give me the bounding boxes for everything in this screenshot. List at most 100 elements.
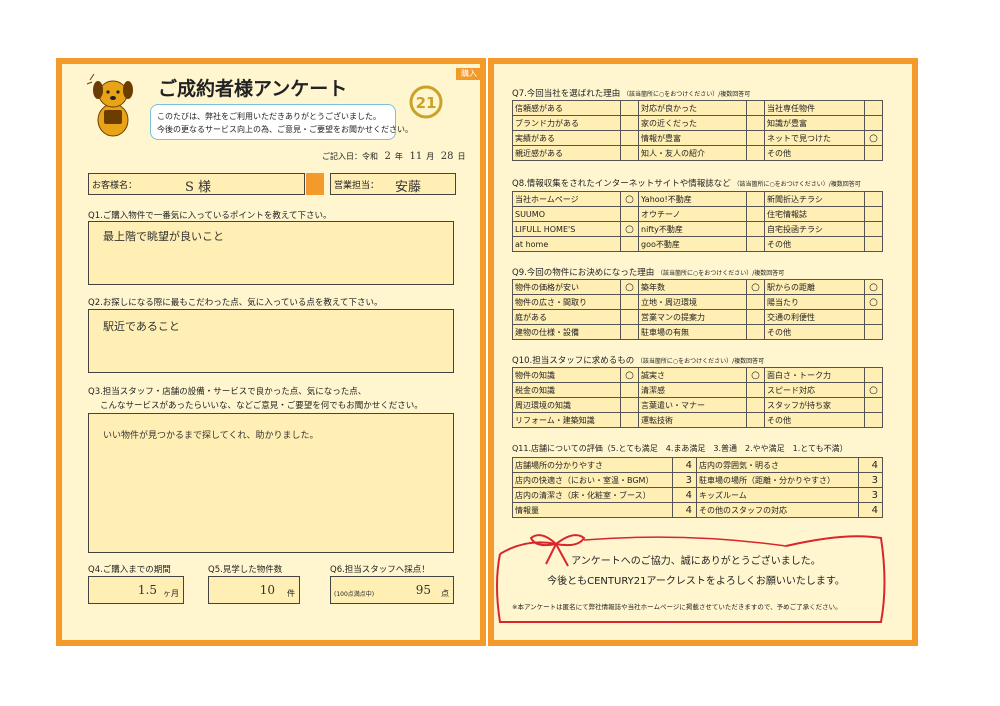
answer-circle-cell[interactable]: ○ — [746, 367, 765, 383]
answer-circle-cell[interactable] — [620, 412, 639, 428]
answer-circle-cell[interactable] — [864, 367, 883, 383]
q2-label: Q2.お探しになる際に最もこだわった点、気に入っている点を教えて下さい。 — [88, 298, 383, 308]
answer-circle-cell[interactable] — [864, 191, 883, 207]
answer-circle-cell[interactable]: ○ — [864, 279, 883, 295]
table-row: 実績がある 情報が豊富 ネットで見つけた ○ — [512, 130, 883, 146]
option-label-cell: 対応が良かった — [638, 100, 747, 116]
q2-answer-box[interactable]: 駅近であること — [88, 309, 454, 373]
option-label-cell: その他 — [764, 145, 865, 161]
customer-field[interactable]: お客様名： S 様 — [88, 173, 305, 195]
answer-circle-cell[interactable] — [864, 309, 883, 325]
answer-circle-cell[interactable] — [746, 397, 765, 413]
answer-circle-cell[interactable] — [864, 100, 883, 116]
q3-answer: いい物件が見つかるまで探してくれ、助かりました。 — [103, 431, 319, 441]
answer-circle-cell[interactable] — [864, 221, 883, 237]
answer-circle-cell[interactable] — [864, 206, 883, 222]
rating-cell[interactable]: 4 — [672, 457, 697, 473]
answer-circle-cell[interactable] — [620, 309, 639, 325]
answer-circle-cell[interactable] — [746, 115, 765, 131]
rating-cell[interactable]: 4 — [672, 487, 697, 503]
option-label-cell: SUUMO — [512, 206, 621, 222]
answer-circle-cell[interactable] — [746, 221, 765, 237]
rating-cell[interactable]: 4 — [858, 502, 883, 518]
option-label-cell: 自宅投函チラシ — [764, 221, 865, 237]
answer-circle-cell[interactable] — [746, 191, 765, 207]
table-row: SUUMO オウチーノ 住宅情報誌 — [512, 206, 883, 222]
answer-circle-cell[interactable] — [746, 206, 765, 222]
q3-answer-box[interactable]: いい物件が見つかるまで探してくれ、助かりました。 — [88, 413, 454, 553]
q3-label-line-1: Q3.担当スタッフ・店舗の設備・サービスで良かった点、気になった点、 — [88, 387, 367, 397]
answer-circle-cell[interactable] — [620, 382, 639, 398]
answer-circle-cell[interactable] — [864, 145, 883, 161]
option-label-cell: 信頼感がある — [512, 100, 621, 116]
q5-unit: 件 — [287, 589, 295, 598]
option-label-cell: 税金の知識 — [512, 382, 621, 398]
answer-circle-cell[interactable] — [864, 236, 883, 252]
rating-cell[interactable]: 3 — [858, 472, 883, 488]
rating-cell[interactable]: 4 — [858, 457, 883, 473]
q5-label: Q5.見学した物件数 — [208, 565, 283, 575]
rating-cell[interactable]: 3 — [672, 472, 697, 488]
q10-label: Q10.担当スタッフに求めるもの （該当箇所に○をおつけください）/複数回答可 — [512, 354, 764, 366]
answer-circle-cell[interactable] — [620, 397, 639, 413]
option-label-cell: 築年数 — [638, 279, 747, 295]
option-label-cell: nifty不動産 — [638, 221, 747, 237]
q4-answer-box[interactable]: 1.5 ヶ月 — [88, 576, 184, 604]
q1-answer-box[interactable]: 最上階で眺望が良いこと — [88, 221, 454, 285]
answer-circle-cell[interactable] — [620, 206, 639, 222]
table-row: 親近感がある 知人・友人の紹介 その他 — [512, 145, 883, 161]
q6-answer-box[interactable]: (100点満点中) 95 点 — [330, 576, 454, 604]
option-label-cell: 住宅情報誌 — [764, 206, 865, 222]
option-label-cell: 営業マンの提案力 — [638, 309, 747, 325]
answer-circle-cell[interactable] — [746, 100, 765, 116]
q5-answer-box[interactable]: 10 件 — [208, 576, 300, 604]
answer-circle-cell[interactable] — [746, 412, 765, 428]
answer-circle-cell[interactable] — [620, 130, 639, 146]
rating-cell[interactable]: 3 — [858, 487, 883, 503]
answer-circle-cell[interactable]: ○ — [864, 294, 883, 310]
date-month-unit: 月 — [426, 152, 435, 161]
date-day: 28 — [440, 151, 454, 162]
table-row: 店舗場所の分かりやすさ 4 店内の雰囲気・明るさ 4 — [512, 457, 883, 473]
option-label-cell: 店舗場所の分かりやすさ — [512, 457, 673, 473]
answer-circle-cell[interactable] — [746, 324, 765, 340]
q4-value: 1.5 — [137, 583, 157, 597]
answer-circle-cell[interactable]: ○ — [620, 367, 639, 383]
answer-circle-cell[interactable] — [746, 294, 765, 310]
table-row: 信頼感がある 対応が良かった 当社専任物件 — [512, 100, 883, 116]
intro-bubble: このたびは、弊社をご利用いただきありがとうございました。 今後の更なるサービス向… — [150, 104, 413, 140]
answer-circle-cell[interactable] — [620, 115, 639, 131]
table-row: 周辺環境の知識 言葉遣い・マナー スタッフが持ち家 — [512, 397, 883, 413]
q6-note: (100点満点中) — [334, 591, 375, 598]
staff-field[interactable]: 営業担当： 安藤 — [330, 173, 456, 195]
answer-circle-cell[interactable]: ○ — [620, 221, 639, 237]
table-row: リフォーム・建築知識 運転技術 その他 — [512, 412, 883, 428]
answer-circle-cell[interactable] — [620, 145, 639, 161]
option-label-cell: 当社専任物件 — [764, 100, 865, 116]
answer-circle-cell[interactable] — [864, 412, 883, 428]
answer-circle-cell[interactable]: ○ — [620, 191, 639, 207]
answer-circle-cell[interactable] — [746, 382, 765, 398]
answer-circle-cell[interactable]: ○ — [864, 382, 883, 398]
q9-table: 物件の価格が安い ○ 築年数 ○ 駅からの距離 ○ 物件の広さ・間取り 立地・周辺環境 陽当たり… — [512, 279, 883, 340]
q6-value: 95 — [415, 583, 431, 597]
answer-circle-cell[interactable] — [864, 324, 883, 340]
answer-circle-cell[interactable]: ○ — [746, 279, 765, 295]
answer-circle-cell[interactable] — [746, 309, 765, 325]
answer-circle-cell[interactable] — [864, 115, 883, 131]
answer-circle-cell[interactable] — [746, 145, 765, 161]
answer-circle-cell[interactable] — [864, 397, 883, 413]
option-label-cell: LIFULL HOME'S — [512, 221, 621, 237]
answer-circle-cell[interactable] — [746, 236, 765, 252]
answer-circle-cell[interactable] — [620, 324, 639, 340]
answer-circle-cell[interactable] — [620, 236, 639, 252]
option-label-cell: 新聞折込チラシ — [764, 191, 865, 207]
answer-circle-cell[interactable] — [620, 294, 639, 310]
answer-circle-cell[interactable]: ○ — [864, 130, 883, 146]
answer-circle-cell[interactable] — [620, 100, 639, 116]
rating-cell[interactable]: 4 — [672, 502, 697, 518]
answer-circle-cell[interactable] — [746, 130, 765, 146]
q4-label: Q4.ご購入までの期間 — [88, 565, 171, 575]
answer-circle-cell[interactable]: ○ — [620, 279, 639, 295]
q10-table: 物件の知識 ○ 誠実さ ○ 面白さ・トーク力 税金の知識 清潔感 スピード対応 ○ 周辺環境の知識… — [512, 367, 883, 428]
